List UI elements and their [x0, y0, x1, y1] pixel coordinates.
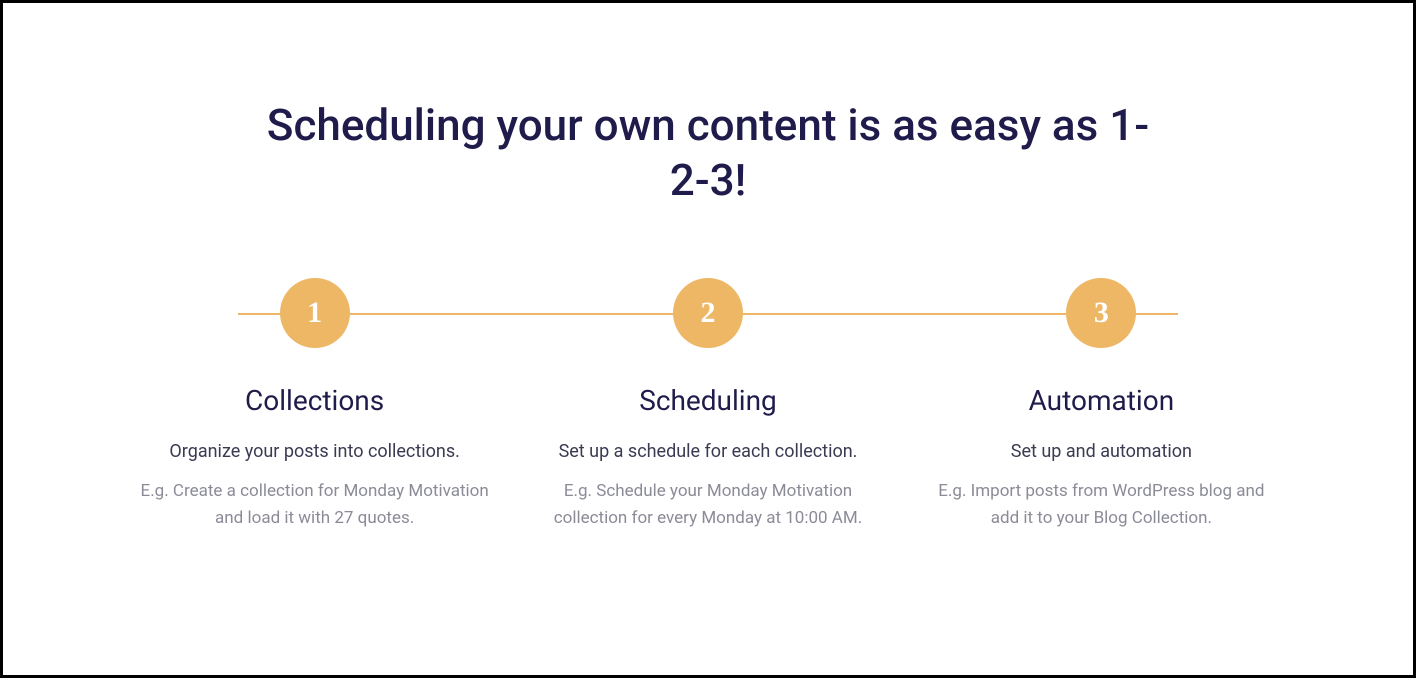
step-example-scheduling: E.g. Schedule your Monday Motivation col… — [531, 478, 884, 531]
steps-container: 1 Collections Organize your posts into c… — [118, 278, 1298, 531]
step-collections: 1 Collections Organize your posts into c… — [118, 278, 511, 531]
step-title-scheduling: Scheduling — [639, 384, 777, 417]
steps-wrapper: 1 Collections Organize your posts into c… — [118, 278, 1298, 531]
step-example-automation: E.g. Import posts from WordPress blog an… — [925, 478, 1278, 531]
step-title-automation: Automation — [1029, 384, 1175, 417]
step-example-collections: E.g. Create a collection for Monday Moti… — [138, 478, 491, 531]
step-description-automation: Set up and automation — [1011, 439, 1192, 464]
step-number-badge-1: 1 — [280, 278, 350, 348]
step-automation: 3 Automation Set up and automation E.g. … — [905, 278, 1298, 531]
step-description-collections: Organize your posts into collections. — [169, 439, 459, 464]
step-scheduling: 2 Scheduling Set up a schedule for each … — [511, 278, 904, 531]
step-description-scheduling: Set up a schedule for each collection. — [559, 439, 858, 464]
step-number-badge-2: 2 — [673, 278, 743, 348]
step-title-collections: Collections — [245, 384, 384, 417]
step-number-badge-3: 3 — [1066, 278, 1136, 348]
page-heading: Scheduling your own content is as easy a… — [258, 98, 1158, 208]
page-frame: Scheduling your own content is as easy a… — [0, 0, 1416, 678]
